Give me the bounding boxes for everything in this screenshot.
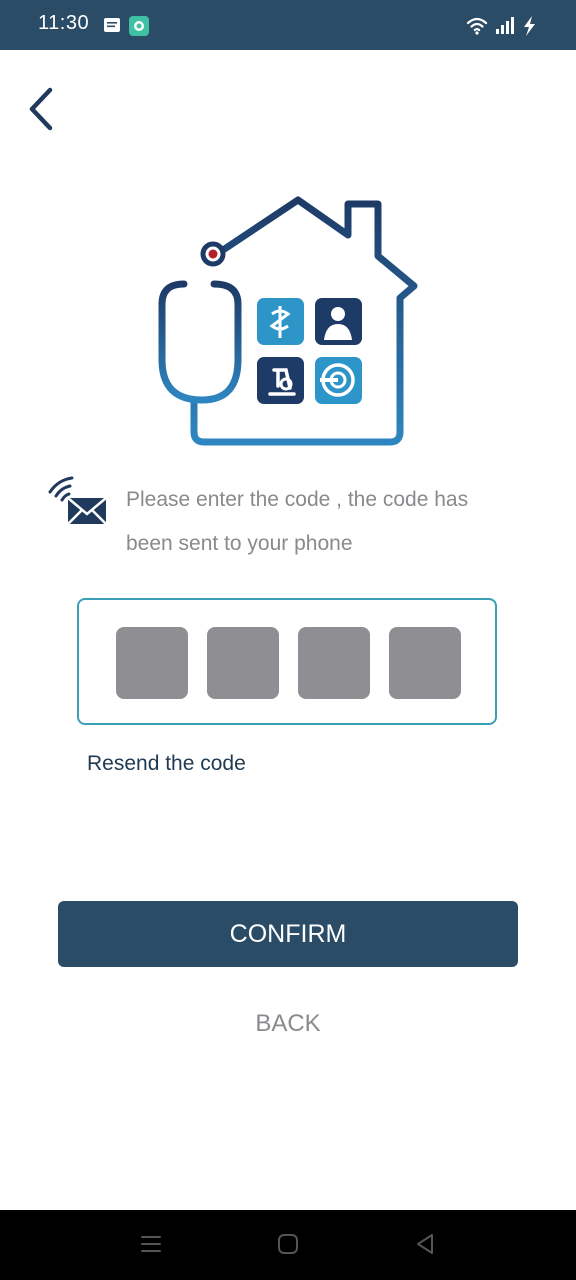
system-back-button[interactable]	[413, 1232, 437, 1261]
message-icon	[104, 18, 120, 32]
status-time: 11:30	[38, 12, 90, 34]
code-digit-1[interactable]	[116, 627, 188, 699]
signal-icon	[496, 17, 514, 34]
status-right-icons	[466, 16, 544, 41]
system-nav-bar	[0, 1210, 576, 1280]
code-digit-3[interactable]	[298, 627, 370, 699]
home-icon	[278, 1234, 298, 1254]
charging-icon	[524, 16, 535, 36]
sms-envelope-icon	[48, 476, 107, 525]
code-digit-4[interactable]	[389, 627, 461, 699]
menu-button[interactable]	[139, 1232, 163, 1261]
code-digit-2[interactable]	[207, 627, 279, 699]
code-sent-info: Please enter the code , the code has bee…	[46, 474, 516, 564]
menu-icon	[141, 1236, 161, 1252]
back-chevron-button[interactable]	[26, 86, 58, 132]
verification-code-input[interactable]	[77, 598, 497, 725]
home-button[interactable]	[276, 1232, 300, 1261]
chat-app-icon	[129, 16, 149, 36]
back-triangle-icon	[417, 1234, 433, 1254]
app-logo	[150, 190, 430, 452]
resend-code-link[interactable]: Resend the code	[87, 752, 246, 776]
status-left-icons	[104, 16, 154, 41]
wifi-icon	[466, 17, 488, 32]
medical-house-logo	[158, 196, 418, 446]
confirm-button[interactable]: CONFIRM	[58, 901, 518, 967]
back-button[interactable]: BACK	[0, 1010, 576, 1038]
status-bar: 11:30	[0, 0, 576, 50]
confirm-button-label: CONFIRM	[229, 919, 347, 948]
code-sent-message: Please enter the code , the code has bee…	[126, 488, 469, 555]
chevron-left-icon	[29, 87, 53, 131]
